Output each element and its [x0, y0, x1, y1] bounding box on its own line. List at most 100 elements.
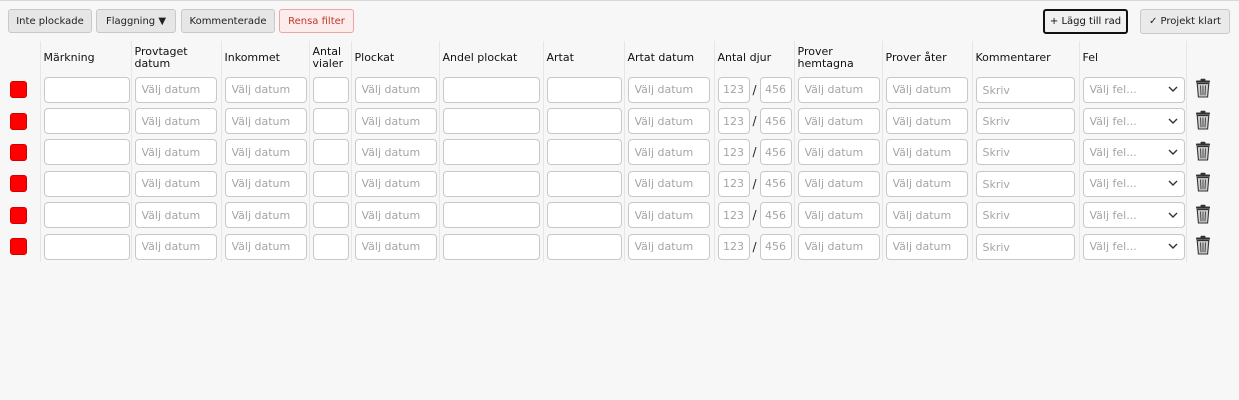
provtaget-datum-input[interactable] — [134, 202, 217, 229]
artat-datum-input[interactable] — [627, 233, 710, 260]
flag-indicator[interactable] — [10, 143, 27, 161]
artat-datum-input[interactable] — [627, 170, 710, 197]
inkommet-date-input[interactable] — [224, 108, 307, 135]
kommentar-textarea[interactable] — [975, 170, 1075, 197]
artat-datum-input[interactable] — [627, 76, 710, 103]
artat-input[interactable] — [546, 170, 622, 197]
clear-filter-button[interactable]: Rensa filter — [279, 9, 354, 33]
antal-vialer-input[interactable] — [312, 170, 349, 197]
prover-hemtagna-date-input[interactable] — [797, 76, 880, 103]
antal-djur-first-input[interactable] — [717, 233, 750, 260]
trash-icon[interactable] — [1194, 172, 1223, 195]
antal-djur-first-input[interactable] — [717, 76, 750, 103]
artat-input[interactable] — [546, 76, 622, 103]
markning-input[interactable] — [43, 202, 130, 229]
prover-hemtagna-date-input[interactable] — [797, 108, 880, 135]
antal-djur-first-input[interactable] — [717, 139, 750, 166]
antal-vialer-input[interactable] — [312, 233, 349, 260]
kommentar-textarea[interactable] — [975, 108, 1075, 135]
fel-select[interactable]: Välj fel... — [1082, 108, 1185, 135]
andel-plockat-input[interactable] — [442, 76, 540, 103]
filter-flaggning-dropdown[interactable]: Flaggning ▼ — [96, 9, 176, 33]
inkommet-date-input[interactable] — [224, 170, 307, 197]
inkommet-date-input[interactable] — [224, 76, 307, 103]
inkommet-date-input[interactable] — [224, 233, 307, 260]
prover-ater-date-input[interactable] — [885, 76, 968, 103]
project-done-button[interactable]: ✓ Projekt klart — [1140, 9, 1230, 34]
prover-ater-date-input[interactable] — [885, 202, 968, 229]
prover-ater-date-input[interactable] — [885, 108, 968, 135]
antal-djur-first-input[interactable] — [717, 108, 750, 135]
markning-input[interactable] — [43, 233, 130, 260]
andel-plockat-input[interactable] — [442, 233, 540, 260]
artat-datum-input[interactable] — [627, 139, 710, 166]
prover-ater-date-input[interactable] — [885, 139, 968, 166]
filter-inte-plockade-button[interactable]: Inte plockade — [8, 9, 92, 33]
artat-datum-input[interactable] — [627, 108, 710, 135]
artat-input[interactable] — [546, 108, 622, 135]
prover-hemtagna-date-input[interactable] — [797, 139, 880, 166]
plockat-date-input[interactable] — [354, 233, 437, 260]
trash-icon[interactable] — [1194, 204, 1223, 227]
artat-input[interactable] — [546, 139, 622, 166]
antal-djur-second-input[interactable] — [759, 202, 792, 229]
provtaget-datum-input[interactable] — [134, 76, 217, 103]
inkommet-date-input[interactable] — [224, 202, 307, 229]
antal-djur-second-input[interactable] — [759, 170, 792, 197]
flag-indicator[interactable] — [10, 112, 27, 130]
kommentar-textarea[interactable] — [975, 202, 1075, 229]
kommentar-textarea[interactable] — [975, 233, 1075, 260]
antal-djur-second-input[interactable] — [759, 139, 792, 166]
antal-djur-second-input[interactable] — [759, 108, 792, 135]
prover-hemtagna-date-input[interactable] — [797, 170, 880, 197]
markning-input[interactable] — [43, 76, 130, 103]
filter-kommenterade-button[interactable]: Kommenterade — [181, 9, 275, 33]
prover-ater-date-input[interactable] — [885, 233, 968, 260]
plockat-date-input[interactable] — [354, 76, 437, 103]
fel-select[interactable]: Välj fel... — [1082, 202, 1185, 229]
prover-hemtagna-date-input[interactable] — [797, 202, 880, 229]
andel-plockat-input[interactable] — [442, 170, 540, 197]
flag-indicator[interactable] — [10, 206, 27, 224]
plockat-date-input[interactable] — [354, 108, 437, 135]
provtaget-datum-input[interactable] — [134, 233, 217, 260]
flag-indicator[interactable] — [10, 238, 27, 256]
antal-vialer-input[interactable] — [312, 139, 349, 166]
plockat-date-input[interactable] — [354, 139, 437, 166]
provtaget-datum-input[interactable] — [134, 139, 217, 166]
fel-select[interactable]: Välj fel... — [1082, 170, 1185, 197]
trash-icon[interactable] — [1194, 78, 1223, 101]
antal-vialer-input[interactable] — [312, 108, 349, 135]
andel-plockat-input[interactable] — [442, 139, 540, 166]
fel-select[interactable]: Välj fel... — [1082, 139, 1185, 166]
kommentar-textarea[interactable] — [975, 139, 1075, 166]
antal-djur-second-input[interactable] — [759, 233, 792, 260]
trash-icon[interactable] — [1194, 110, 1223, 133]
antal-vialer-input[interactable] — [312, 202, 349, 229]
flag-indicator[interactable] — [10, 81, 27, 99]
andel-plockat-input[interactable] — [442, 202, 540, 229]
fel-select[interactable]: Välj fel... — [1082, 76, 1185, 103]
plockat-date-input[interactable] — [354, 202, 437, 229]
plockat-date-input[interactable] — [354, 170, 437, 197]
markning-input[interactable] — [43, 139, 130, 166]
markning-input[interactable] — [43, 170, 130, 197]
antal-djur-second-input[interactable] — [759, 76, 792, 103]
artat-input[interactable] — [546, 233, 622, 260]
prover-hemtagna-date-input[interactable] — [797, 233, 880, 260]
andel-plockat-input[interactable] — [442, 108, 540, 135]
antal-djur-first-input[interactable] — [717, 202, 750, 229]
artat-input[interactable] — [546, 202, 622, 229]
artat-datum-input[interactable] — [627, 202, 710, 229]
antal-vialer-input[interactable] — [312, 76, 349, 103]
prover-ater-date-input[interactable] — [885, 170, 968, 197]
inkommet-date-input[interactable] — [224, 139, 307, 166]
fel-select[interactable]: Välj fel... — [1082, 233, 1185, 260]
provtaget-datum-input[interactable] — [134, 108, 217, 135]
markning-input[interactable] — [43, 108, 130, 135]
trash-icon[interactable] — [1194, 235, 1223, 258]
antal-djur-first-input[interactable] — [717, 170, 750, 197]
provtaget-datum-input[interactable] — [134, 170, 217, 197]
add-row-button[interactable]: + Lägg till rad — [1043, 9, 1128, 34]
kommentar-textarea[interactable] — [975, 76, 1075, 103]
